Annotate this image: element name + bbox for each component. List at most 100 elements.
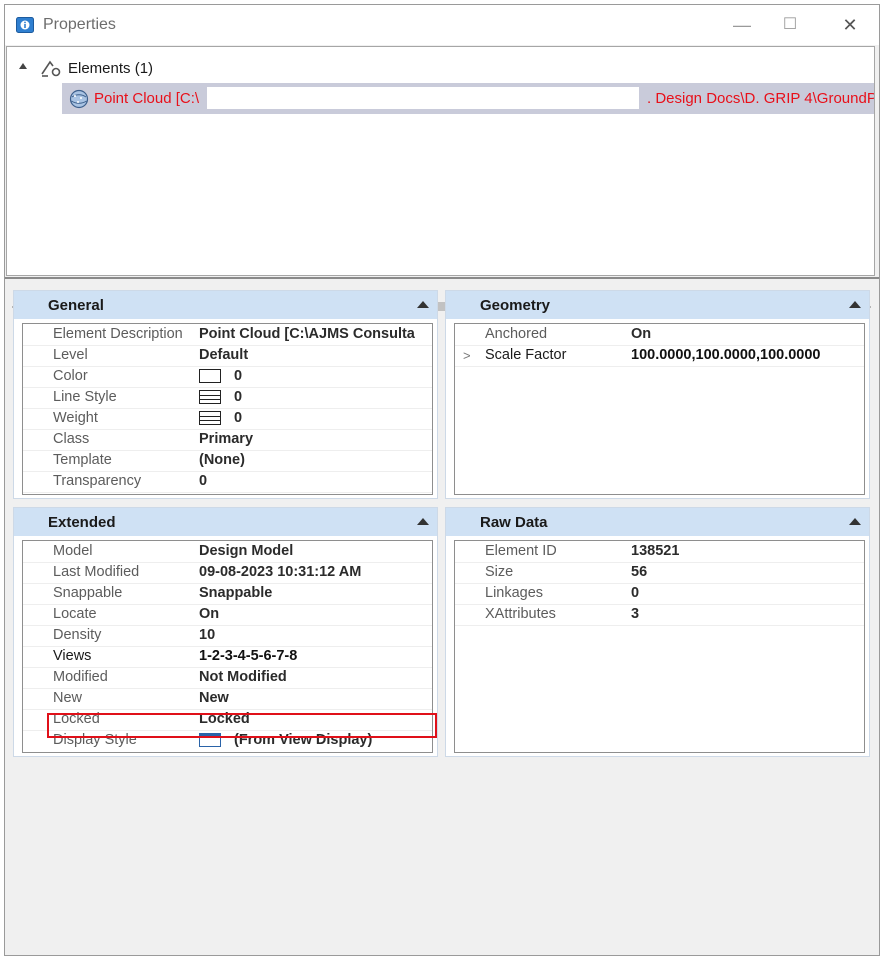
property-name: Size [485, 564, 514, 580]
property-value: 0 [631, 585, 640, 601]
property-name: Color [53, 368, 88, 384]
property-value: 1-2-3-4-5-6-7-8 [199, 648, 298, 664]
general-property-grid: Element Description Point Cloud [C:\AJMS… [22, 323, 433, 495]
raw-data-property-grid: Element ID 138521 Size 56 Linkages 0 XAt… [454, 540, 865, 753]
property-value: New [199, 690, 229, 706]
geometry-property-grid: Anchored On > Scale Factor 100.0000,100.… [454, 323, 865, 495]
collapse-chevron-icon[interactable] [849, 518, 861, 525]
property-name: Line Style [53, 389, 117, 405]
title-bar[interactable]: Properties — ☐ ✕ [5, 5, 879, 45]
property-row[interactable]: Transparency 0 [23, 471, 432, 493]
property-name: New [53, 690, 83, 706]
maximize-button[interactable]: ☐ [767, 10, 813, 40]
elements-group-icon [41, 60, 61, 77]
property-row[interactable]: New New [23, 688, 432, 710]
raw-data-panel-header[interactable]: Raw Data [446, 508, 869, 536]
pane-splitter[interactable] [5, 277, 879, 279]
minimize-button[interactable]: — [719, 10, 765, 40]
property-value: Default [199, 347, 249, 363]
property-name: Element ID [485, 543, 557, 559]
property-row[interactable]: Density 10 [23, 625, 432, 647]
property-name: Views [53, 648, 92, 664]
geometry-panel: Geometry Anchored On > Scale Factor 100.… [445, 290, 870, 499]
property-value: 0 [234, 389, 243, 405]
property-value: Snappable [199, 585, 273, 601]
property-name: Weight [53, 410, 98, 426]
property-row[interactable]: Element Description Point Cloud [C:\AJMS… [23, 324, 432, 346]
property-value: 138521 [631, 543, 680, 559]
property-name: XAttributes [485, 606, 556, 622]
property-name: Model [53, 543, 93, 559]
window-title: Properties [43, 16, 116, 33]
property-row[interactable]: Views 1-2-3-4-5-6-7-8 [23, 646, 432, 668]
property-row[interactable]: Level Default [23, 345, 432, 367]
raw-data-panel: Raw Data Element ID 138521 Size 56 Linka… [445, 507, 870, 757]
property-name: Template [53, 452, 112, 468]
elements-tree[interactable]: Elements (1) Point Cloud [C:\ . Design D… [6, 46, 875, 315]
general-panel-title: General [48, 297, 104, 314]
properties-window: Properties — ☐ ✕ Elements (1) Point Clou… [4, 4, 880, 956]
collapse-chevron-icon[interactable] [849, 301, 861, 308]
line-style-icon [199, 390, 221, 404]
property-name: Snappable [53, 585, 123, 601]
collapse-chevron-icon[interactable] [417, 301, 429, 308]
property-value: Point Cloud [C:\AJMS Consulta [199, 326, 415, 342]
tree-item-point-cloud[interactable]: Point Cloud [C:\ . Design Docs\D. GRIP 4… [62, 83, 874, 114]
property-row[interactable]: Class Primary [23, 429, 432, 451]
close-button[interactable]: ✕ [827, 10, 873, 40]
tree-root-label[interactable]: Elements (1) [68, 60, 153, 77]
property-name: Last Modified [53, 564, 140, 580]
property-value: (None) [199, 452, 245, 468]
extended-panel-header[interactable]: Extended [14, 508, 437, 536]
general-panel: General Element Description Point Cloud … [13, 290, 438, 499]
property-row[interactable]: Anchored On [455, 324, 864, 346]
raw-data-panel-title: Raw Data [480, 514, 548, 531]
property-name: Transparency [53, 473, 142, 489]
property-row[interactable]: Weight 0 [23, 408, 432, 430]
property-value: Design Model [199, 543, 294, 559]
property-row[interactable]: Element ID 138521 [455, 541, 864, 563]
properties-app-icon [16, 17, 34, 33]
property-row[interactable]: Color 0 [23, 366, 432, 388]
property-name: Linkages [485, 585, 544, 601]
point-cloud-label-start: Point Cloud [C:\ [94, 90, 200, 107]
property-value: Primary [199, 431, 254, 447]
property-name: Anchored [485, 326, 548, 342]
general-panel-header[interactable]: General [14, 291, 437, 319]
property-name: Locate [53, 606, 97, 622]
geometry-panel-title: Geometry [480, 297, 551, 314]
property-name: Level [53, 347, 88, 363]
property-value: 0 [234, 368, 243, 384]
property-row[interactable]: Linkages 0 [455, 583, 864, 605]
collapse-chevron-icon[interactable] [417, 518, 429, 525]
property-row[interactable]: Line Style 0 [23, 387, 432, 409]
redacted-path-block [207, 87, 639, 109]
property-row[interactable]: XAttributes 3 [455, 604, 864, 626]
property-value: 09-08-2023 10:31:12 AM [199, 564, 362, 580]
collapse-triangle-icon[interactable] [19, 63, 27, 69]
point-cloud-label-end: . Design Docs\D. GRIP 4\GroundP... [647, 90, 874, 107]
property-row[interactable]: Model Design Model [23, 541, 432, 563]
geometry-panel-header[interactable]: Geometry [446, 291, 869, 319]
property-value: On [631, 326, 652, 342]
property-row[interactable]: Modified Not Modified [23, 667, 432, 689]
property-name: Class [53, 431, 90, 447]
property-name: Modified [53, 669, 108, 685]
property-row[interactable]: Template (None) [23, 450, 432, 472]
property-value: 56 [631, 564, 648, 580]
property-row[interactable]: Snappable Snappable [23, 583, 432, 605]
property-row[interactable]: > Scale Factor 100.0000,100.0000,100.000… [455, 345, 864, 367]
property-row[interactable]: Last Modified 09-08-2023 10:31:12 AM [23, 562, 432, 584]
property-value: 10 [199, 627, 216, 643]
property-value: 0 [199, 473, 208, 489]
property-name: Density [53, 627, 102, 643]
locked-row-highlight [47, 713, 437, 738]
property-name: Scale Factor [485, 347, 567, 363]
line-weight-icon [199, 411, 221, 425]
property-name: Element Description [53, 326, 183, 342]
color-swatch-icon [199, 369, 221, 383]
property-value: 100.0000,100.0000,100.0000 [631, 347, 821, 363]
property-row[interactable]: Locate On [23, 604, 432, 626]
expand-chevron-icon[interactable]: > [463, 348, 471, 363]
property-row[interactable]: Size 56 [455, 562, 864, 584]
